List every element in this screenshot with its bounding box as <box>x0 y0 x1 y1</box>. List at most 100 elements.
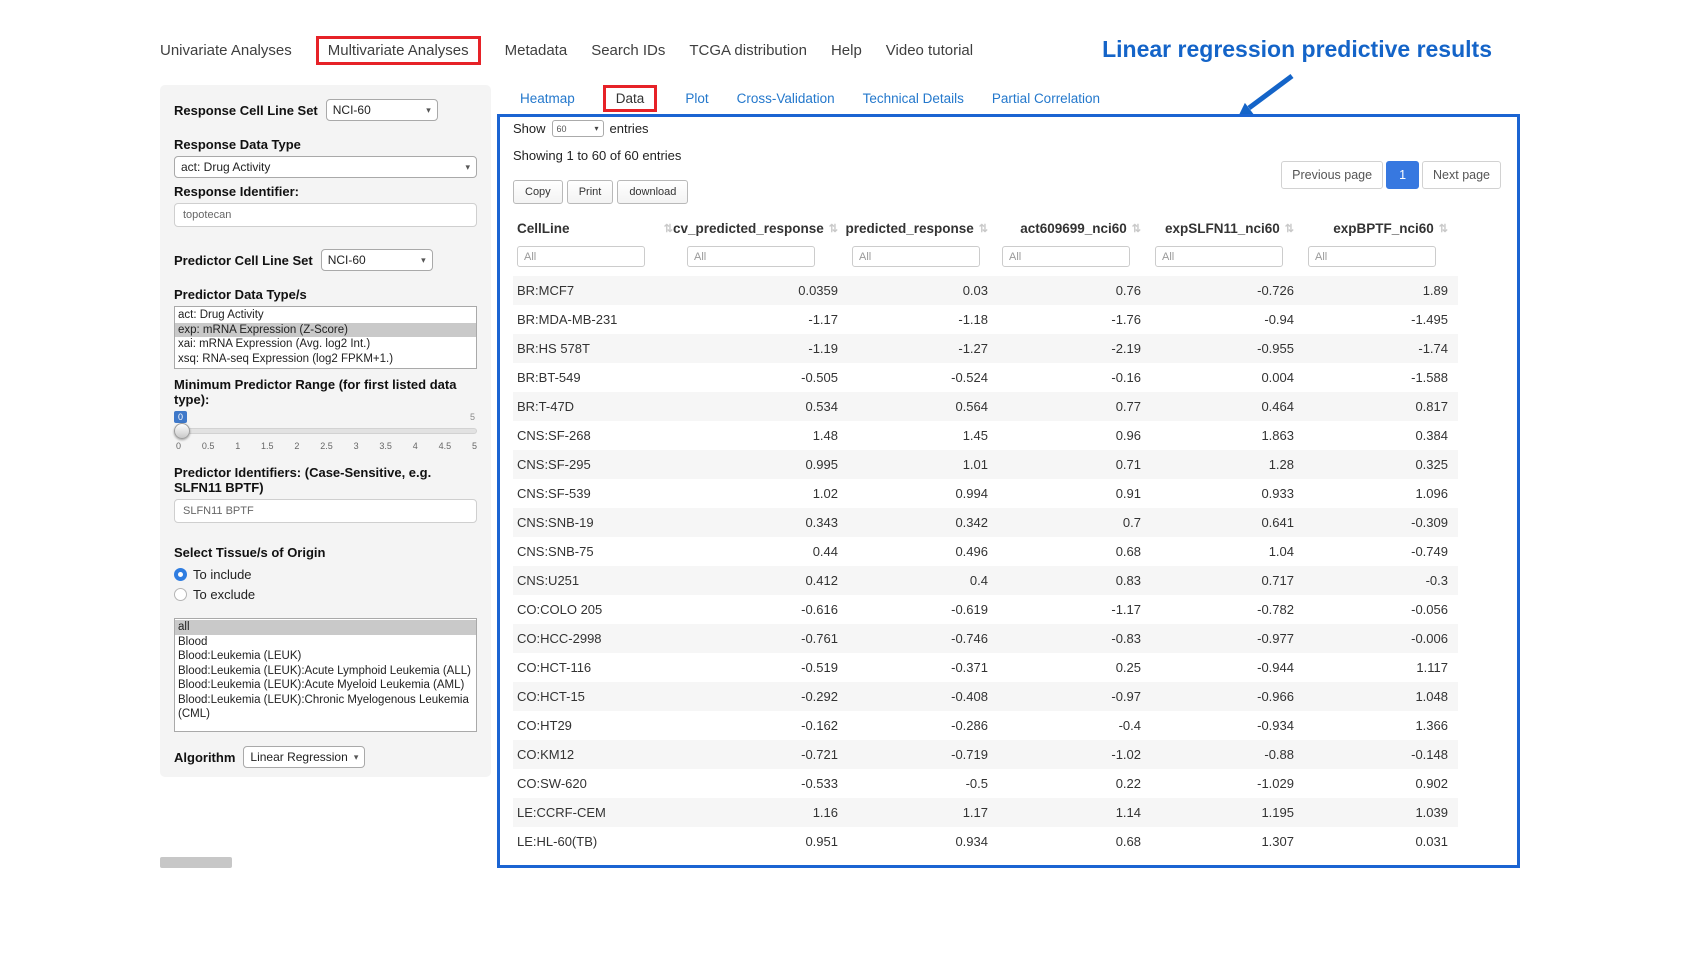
tab-technical-details[interactable]: Technical Details <box>863 91 964 106</box>
response-cell-line-set-row: Response Cell Line Set NCI-60 ▾ <box>174 99 477 121</box>
value-cell: 0.951 <box>683 827 848 856</box>
response-identifier-input[interactable] <box>174 203 477 227</box>
response-data-type-select[interactable]: act: Drug Activity ▾ <box>174 156 477 178</box>
nav-item-metadata[interactable]: Metadata <box>505 42 568 59</box>
sort-icon[interactable]: ⇅ <box>664 222 673 235</box>
slider-tick-label: 2.5 <box>320 441 333 451</box>
predictor-cell-line-set-row: Predictor Cell Line Set NCI-60 ▾ <box>174 249 477 271</box>
nav-item-help[interactable]: Help <box>831 42 862 59</box>
listbox-option[interactable]: Blood <box>175 635 476 650</box>
column-header-cellline[interactable]: CellLine⇅ <box>513 212 683 245</box>
value-cell: 1.02 <box>683 479 848 508</box>
listbox-option[interactable]: xsq: RNA-seq Expression (log2 FPKM+1.) <box>175 352 476 367</box>
value-cell: 0.641 <box>1151 508 1304 537</box>
listbox-option[interactable]: Blood:Leukemia (LEUK):Chronic Myelogenou… <box>175 693 476 722</box>
value-cell: -1.19 <box>683 334 848 363</box>
sort-icon[interactable]: ⇅ <box>829 222 838 235</box>
sort-icon[interactable]: ⇅ <box>1132 222 1141 235</box>
value-cell: 1.039 <box>1304 798 1458 827</box>
predictor-data-type-listbox[interactable]: act: Drug Activityexp: mRNA Expression (… <box>174 306 477 369</box>
radio-to-exclude[interactable]: To exclude <box>174 584 477 604</box>
value-cell: 1.14 <box>998 798 1151 827</box>
next-page-button[interactable]: Next page <box>1422 161 1501 189</box>
value-cell: 0.44 <box>683 537 848 566</box>
radio-to-include[interactable]: To include <box>174 564 477 584</box>
listbox-option[interactable]: Blood:Leukemia (LEUK) <box>175 649 476 664</box>
slider-tick-label: 1.5 <box>261 441 274 451</box>
slider-handle[interactable] <box>174 423 190 439</box>
column-header-act609699-nci60[interactable]: act609699_nci60⇅ <box>998 212 1151 245</box>
min-predictor-range-slider[interactable]: 0 5 00.511.522.533.544.55 <box>174 411 477 457</box>
listbox-option[interactable]: act: Drug Activity <box>175 308 476 323</box>
value-cell: 1.117 <box>1304 653 1458 682</box>
predictor-identifiers-input[interactable] <box>174 499 477 523</box>
cell-line-cell: BR:T-47D <box>513 392 683 421</box>
tab-partial-correlation[interactable]: Partial Correlation <box>992 91 1100 106</box>
cell-line-cell: BR:MDA-MB-231 <box>513 305 683 334</box>
filter-input-cv-predicted-response[interactable] <box>687 246 815 267</box>
value-cell: 0.934 <box>848 827 998 856</box>
value-cell: 1.17 <box>848 798 998 827</box>
filter-input-expslfn11-nci60[interactable] <box>1155 246 1283 267</box>
sidebar: Response Cell Line Set NCI-60 ▾ Response… <box>160 85 491 777</box>
table-row: BR:MDA-MB-231-1.17-1.18-1.76-0.94-1.495 <box>513 305 1458 334</box>
tissue-listbox[interactable]: allBloodBlood:Leukemia (LEUK)Blood:Leuke… <box>174 618 477 732</box>
entries-count-select[interactable]: 60 ▾ <box>552 120 604 137</box>
filter-input-act609699-nci60[interactable] <box>1002 246 1130 267</box>
nav-item-univariate-analyses[interactable]: Univariate Analyses <box>160 42 292 59</box>
filter-input-predicted-response[interactable] <box>852 246 980 267</box>
listbox-option[interactable]: xai: mRNA Expression (Avg. log2 Int.) <box>175 337 476 352</box>
listbox-option[interactable]: all <box>175 620 476 635</box>
response-cell-line-set-select[interactable]: NCI-60 ▾ <box>326 99 438 121</box>
value-cell: 1.195 <box>1151 798 1304 827</box>
tab-heatmap[interactable]: Heatmap <box>520 91 575 106</box>
tab-plot[interactable]: Plot <box>685 91 708 106</box>
listbox-option[interactable]: Blood:Leukemia (LEUK):Acute Lymphoid Leu… <box>175 664 476 679</box>
nav-item-tcga-distribution[interactable]: TCGA distribution <box>689 42 807 59</box>
value-cell: -0.97 <box>998 682 1151 711</box>
nav-item-search-ids[interactable]: Search IDs <box>591 42 665 59</box>
slider-tick-label: 2 <box>294 441 299 451</box>
value-cell: -0.5 <box>848 769 998 798</box>
listbox-option[interactable]: exp: mRNA Expression (Z-Score) <box>175 323 476 338</box>
radio-to-include-label: To include <box>193 567 252 582</box>
page-1-button[interactable]: 1 <box>1386 161 1419 189</box>
table-row: CNS:SNB-750.440.4960.681.04-0.749 <box>513 537 1458 566</box>
tab-data[interactable]: Data <box>603 85 658 112</box>
filter-input-cellline[interactable] <box>517 246 645 267</box>
table-row: BR:MCF70.03590.030.76-0.7261.89 <box>513 276 1458 305</box>
value-cell: -0.955 <box>1151 334 1304 363</box>
nav-item-multivariate-analyses[interactable]: Multivariate Analyses <box>316 36 481 65</box>
show-entries-suffix: entries <box>610 121 649 136</box>
sort-icon[interactable]: ⇅ <box>1285 222 1294 235</box>
download-button[interactable]: download <box>617 180 688 204</box>
value-cell: 1.04 <box>1151 537 1304 566</box>
value-cell: -0.83 <box>998 624 1151 653</box>
value-cell: -1.74 <box>1304 334 1458 363</box>
column-header-expslfn11-nci60[interactable]: expSLFN11_nci60⇅ <box>1151 212 1304 245</box>
table-row: LE:CCRF-CEM1.161.171.141.1951.039 <box>513 798 1458 827</box>
value-cell: -0.524 <box>848 363 998 392</box>
copy-button[interactable]: Copy <box>513 180 563 204</box>
listbox-option[interactable]: Blood:Leukemia (LEUK):Acute Myeloid Leuk… <box>175 678 476 693</box>
value-cell: 0.933 <box>1151 479 1304 508</box>
top-nav: Univariate Analyses Multivariate Analyses… <box>160 33 973 67</box>
column-header-predicted-response[interactable]: predicted_response⇅ <box>848 212 998 245</box>
slider-tick-label: 4 <box>413 441 418 451</box>
previous-page-button[interactable]: Previous page <box>1281 161 1383 189</box>
value-cell: 1.366 <box>1304 711 1458 740</box>
filter-input-expbptf-nci60[interactable] <box>1308 246 1436 267</box>
tab-cross-validation[interactable]: Cross-Validation <box>737 91 835 106</box>
annotation-title: Linear regression predictive results <box>1102 36 1492 63</box>
nav-item-video-tutorial[interactable]: Video tutorial <box>886 42 973 59</box>
print-button[interactable]: Print <box>567 180 614 204</box>
slider-value-badge: 0 <box>174 411 187 423</box>
predictor-cell-line-set-select[interactable]: NCI-60 ▾ <box>321 249 433 271</box>
slider-track[interactable] <box>174 428 477 434</box>
sort-icon[interactable]: ⇅ <box>1439 222 1448 235</box>
sort-icon[interactable]: ⇅ <box>979 222 988 235</box>
value-cell: -0.4 <box>998 711 1151 740</box>
algorithm-select[interactable]: Linear Regression ▾ <box>243 746 365 768</box>
column-header-cv-predicted-response[interactable]: cv_predicted_response⇅ <box>683 212 848 245</box>
column-header-expbptf-nci60[interactable]: expBPTF_nci60⇅ <box>1304 212 1458 245</box>
